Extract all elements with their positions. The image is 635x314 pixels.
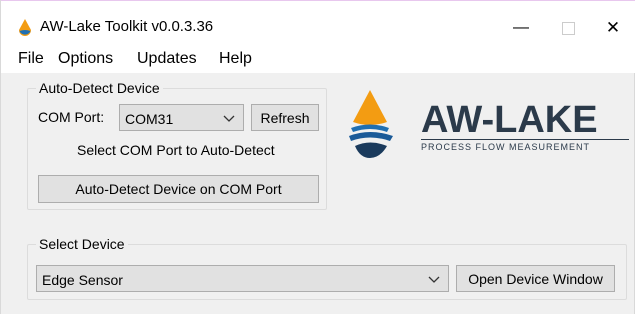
logo-wordmark: AW-LAKE: [421, 99, 598, 141]
maximize-button[interactable]: [545, 13, 591, 43]
minimize-button[interactable]: —: [498, 13, 544, 43]
auto-detect-group-title: Auto-Detect Device: [36, 79, 163, 97]
menu-bar: File Options Updates Help: [1, 45, 635, 73]
com-port-select[interactable]: COM31: [119, 104, 244, 131]
close-button[interactable]: ✕: [590, 13, 635, 43]
menu-options[interactable]: Options: [58, 50, 113, 68]
refresh-button[interactable]: Refresh: [251, 104, 319, 131]
chevron-down-icon: [428, 276, 440, 283]
com-port-label: COM Port:: [38, 109, 105, 125]
menu-help[interactable]: Help: [219, 50, 252, 68]
auto-detect-button-label: Auto-Detect Device on COM Port: [75, 181, 282, 197]
window-title: AW-Lake Toolkit v0.0.3.36: [40, 18, 214, 35]
minimize-icon: —: [513, 19, 529, 36]
title-bar[interactable]: AW-Lake Toolkit v0.0.3.36 — ✕: [1, 0, 635, 45]
maximize-icon: [561, 21, 575, 35]
auto-detect-hint: Select COM Port to Auto-Detect: [77, 142, 275, 158]
auto-detect-button[interactable]: Auto-Detect Device on COM Port: [38, 175, 319, 203]
aw-lake-logo-graphic: AW-LAKE PROCESS FLOW MEASUREMENT: [349, 90, 629, 158]
app-window: AW-Lake Toolkit v0.0.3.36 — ✕ File Optio…: [0, 0, 635, 314]
aw-lake-drop-icon: [19, 19, 31, 36]
close-icon: ✕: [605, 18, 621, 37]
open-device-window-label: Open Device Window: [468, 270, 603, 287]
device-value: Edge Sensor: [42, 272, 123, 288]
aw-lake-logo: AW-LAKE PROCESS FLOW MEASUREMENT: [341, 88, 631, 168]
device-select[interactable]: Edge Sensor: [36, 265, 449, 292]
chevron-down-icon: [223, 115, 235, 122]
menu-updates[interactable]: Updates: [137, 50, 197, 68]
open-device-window-button[interactable]: Open Device Window: [456, 265, 615, 292]
select-device-group-title: Select Device: [36, 235, 128, 253]
refresh-label: Refresh: [260, 109, 310, 126]
logo-tagline: PROCESS FLOW MEASUREMENT: [421, 142, 590, 152]
menu-file[interactable]: File: [18, 50, 44, 68]
com-port-value: COM31: [125, 111, 174, 127]
